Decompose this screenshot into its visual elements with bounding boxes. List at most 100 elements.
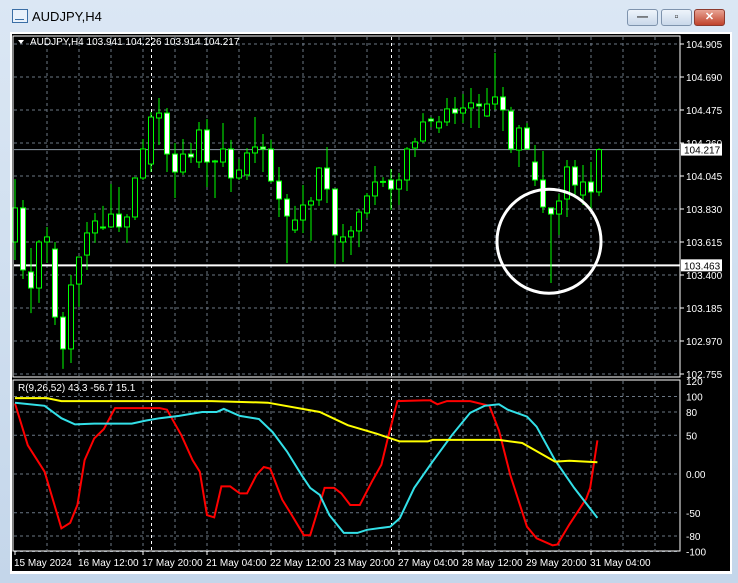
candle[interactable]	[132, 177, 138, 221]
bull-candle-body	[356, 211, 362, 232]
indicator-tick-label: -100	[686, 548, 706, 559]
bear-candle-body	[428, 118, 434, 122]
bear-candle-body	[388, 179, 394, 190]
bull-candle-body	[180, 153, 186, 173]
bear-candle-body	[204, 129, 210, 163]
bull-candle-body	[396, 179, 402, 190]
bull-candle-body	[76, 256, 82, 285]
time-axis-label: 22 May 12:00	[270, 558, 331, 569]
bull-candle-body	[156, 112, 162, 119]
bear-candle-body	[284, 198, 290, 217]
time-axis-label: 28 May 12:00	[462, 558, 523, 569]
bull-candle-body	[372, 181, 378, 197]
time-axis-label: 23 May 20:00	[334, 558, 395, 569]
candle[interactable]	[20, 199, 26, 279]
bull-candle-body	[292, 219, 298, 231]
bid-price-label: 104.217	[684, 146, 721, 157]
candle[interactable]	[508, 106, 514, 153]
bear-candle-body	[452, 108, 458, 114]
bear-candle-body	[172, 153, 178, 173]
candle[interactable]	[244, 148, 250, 180]
bull-candle-body	[580, 181, 586, 196]
bull-candle-body	[348, 230, 354, 238]
candle[interactable]	[596, 148, 602, 197]
bear-candle-body	[60, 316, 66, 350]
bull-candle-body	[516, 127, 522, 151]
bear-candle-body	[572, 166, 578, 186]
chart-canvas[interactable]: 104.905104.690104.475104.260104.045103.8…	[0, 0, 738, 583]
bear-candle-body	[476, 103, 482, 107]
bull-candle-body	[220, 148, 226, 163]
candle[interactable]	[148, 111, 154, 173]
indicator-tick-label: -80	[686, 532, 701, 543]
bear-candle-body	[588, 181, 594, 193]
bull-candle-body	[412, 141, 418, 149]
indicator-tick-label: 0.00	[686, 470, 706, 481]
bear-candle-body	[28, 271, 34, 289]
bear-candle-body	[100, 226, 106, 229]
indicator-tick-label: 100	[686, 393, 703, 404]
bull-candle-body	[108, 213, 114, 228]
bull-candle-body	[148, 116, 154, 165]
bull-candle-body	[252, 146, 258, 154]
bull-candle-body	[68, 284, 74, 350]
chart-background	[12, 34, 730, 571]
indicator-tick-label: -50	[686, 509, 701, 520]
bull-candle-body	[236, 169, 242, 179]
price-tick-label: 104.045	[686, 172, 723, 183]
price-tick-label: 103.185	[686, 304, 723, 315]
bear-candle-body	[500, 96, 506, 111]
bear-candle-body	[548, 207, 554, 215]
bull-candle-body	[92, 220, 98, 234]
candle[interactable]	[52, 242, 58, 326]
time-axis-label: 16 May 12:00	[78, 558, 139, 569]
bull-candle-body	[436, 121, 442, 129]
bull-candle-body	[340, 236, 346, 243]
indicator-tick-label: 120	[686, 377, 703, 388]
price-tick-label: 103.830	[686, 205, 723, 216]
time-axis-label: 17 May 20:00	[142, 558, 203, 569]
candle[interactable]	[316, 166, 322, 206]
bull-candle-body	[36, 241, 42, 289]
bull-candle-body	[244, 152, 250, 176]
bull-candle-body	[596, 149, 602, 193]
indicator-header: R(9,26,52) 43.3 -56.7 15.1	[18, 383, 136, 394]
bull-candle-body	[420, 121, 426, 142]
bull-candle-body	[364, 195, 370, 214]
time-axis-label: 29 May 20:00	[526, 558, 587, 569]
hline-price-label: 103.463	[684, 261, 721, 272]
bear-candle-body	[52, 248, 58, 318]
price-tick-label: 104.475	[686, 106, 723, 117]
time-axis-label: 15 May 2024	[14, 558, 72, 569]
price-tick-label: 104.690	[686, 73, 723, 84]
bull-candle-body	[468, 102, 474, 109]
bull-candle-body	[404, 148, 410, 181]
bear-candle-body	[540, 179, 546, 208]
bear-candle-body	[332, 188, 338, 236]
bear-candle-body	[524, 127, 530, 150]
bear-candle-body	[260, 146, 266, 150]
bull-candle-body	[132, 177, 138, 218]
time-axis-label: 21 May 04:00	[206, 558, 267, 569]
time-axis-label: 27 May 04:00	[398, 558, 459, 569]
bear-candle-body	[116, 213, 122, 228]
bull-candle-body	[140, 148, 146, 179]
bull-candle-body	[84, 232, 90, 256]
bull-candle-body	[484, 103, 490, 117]
bull-candle-body	[124, 216, 130, 228]
main-pane-header: AUDJPY,H4 103.941 104.226 103.914 104.21…	[30, 37, 240, 48]
time-axis-label: 31 May 04:00	[590, 558, 651, 569]
bear-candle-body	[508, 110, 514, 150]
bull-candle-body	[316, 167, 322, 201]
bull-candle-body	[308, 200, 314, 206]
price-tick-label: 103.615	[686, 238, 723, 249]
price-tick-label: 103.400	[686, 271, 723, 282]
bull-candle-body	[444, 108, 450, 123]
bear-candle-body	[268, 148, 274, 182]
bull-candle-body	[196, 129, 202, 163]
bear-candle-body	[164, 112, 170, 155]
price-tick-label: 104.905	[686, 40, 723, 51]
bull-candle-body	[380, 180, 386, 183]
bear-candle-body	[276, 180, 282, 200]
bear-candle-body	[228, 148, 234, 179]
